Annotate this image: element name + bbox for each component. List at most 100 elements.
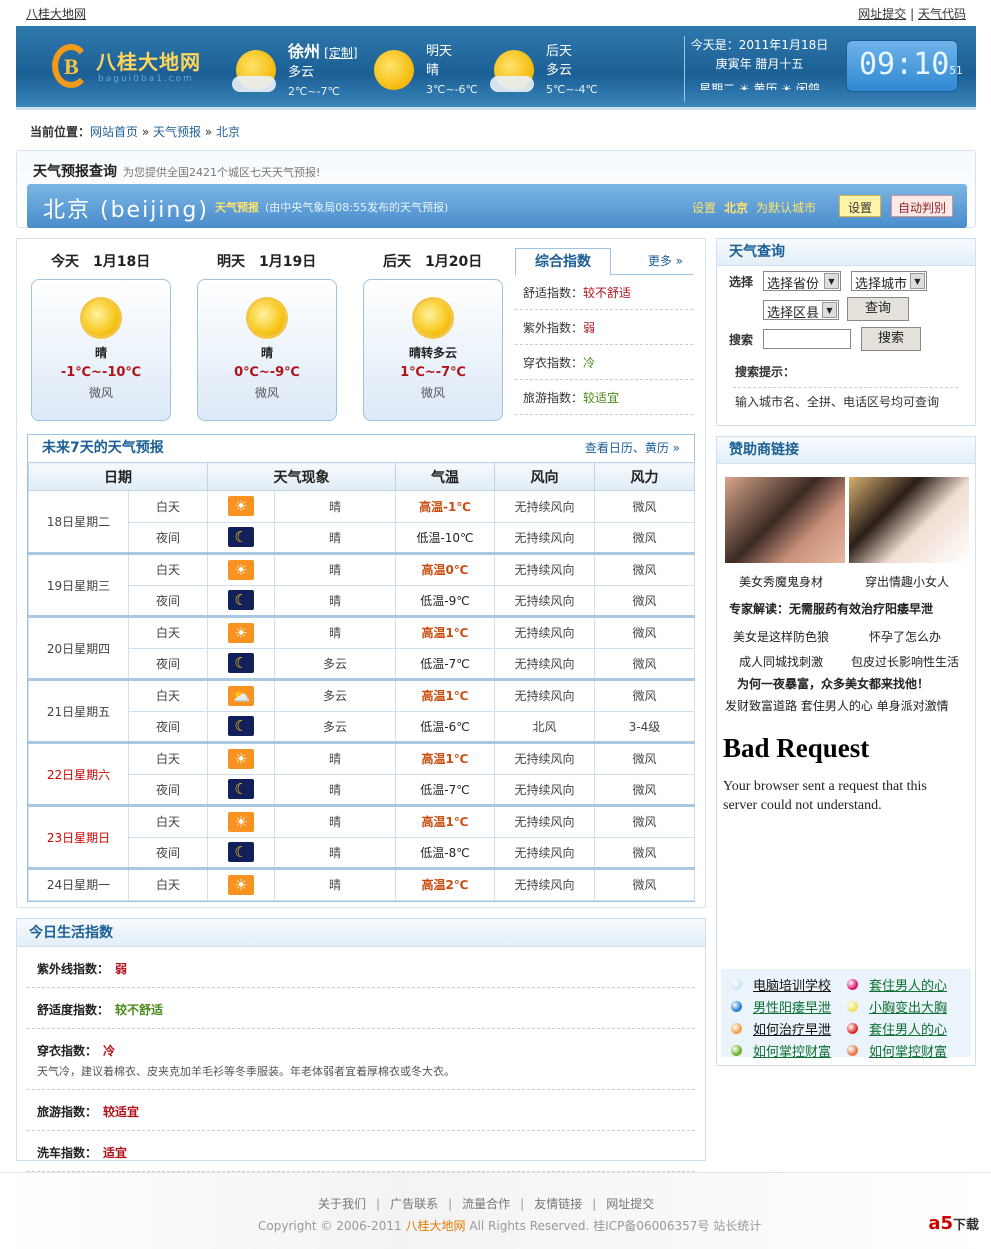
index-name: 穿衣指数： <box>523 356 584 370</box>
ad-headline[interactable]: 为何一夜暴富，众多美女都来找他！ <box>737 675 929 692</box>
a5-logo: a5下载 <box>928 1213 979 1234</box>
more-link[interactable]: 更多 » <box>648 252 683 269</box>
day-temp: 0℃~-9℃ <box>234 365 300 380</box>
day-heading: 今天 1月18日 <box>51 251 150 271</box>
weather-code-link[interactable]: 天气代码 <box>918 7 966 21</box>
sponsor-link[interactable]: 如何掌控财富 <box>753 1041 831 1060</box>
life-index-value: 冷 <box>103 1044 116 1058</box>
copyright-site-link[interactable]: 八桂大地网 <box>406 1219 466 1233</box>
a5-text: 下载 <box>952 1218 979 1233</box>
wind-direction: 无持续风向 <box>494 647 595 680</box>
seven-day-forecast: 未来7天的天气预报 查看日历、黄历 » 日期 天气现象 气温 风向 风力 18日星期二 白天… <box>27 434 695 902</box>
moon-icon: ☾ <box>228 527 254 548</box>
day-label: 后天 <box>546 44 573 59</box>
temp-text: 2℃~-7℃ <box>288 85 340 98</box>
submit-url-link[interactable]: 网址提交 <box>858 7 906 21</box>
life-index-name: 穿衣指数： <box>37 1044 98 1058</box>
site-logo[interactable]: B 八桂大地网 bagui0ba1.com <box>52 40 202 92</box>
life-index-value: 弱 <box>115 962 128 976</box>
day-temp: -1℃~-10℃ <box>60 365 142 380</box>
breadcrumb-home[interactable]: 网站首页 <box>90 125 138 139</box>
tab-composite-index[interactable]: 综合指数 <box>515 248 611 276</box>
query-subtitle: 为您提供全国2421个城区七天天气预报! <box>123 166 321 179</box>
footer-link[interactable]: 友情链接 <box>534 1197 582 1211</box>
day-date: 1月18日 <box>93 254 151 270</box>
ad-link[interactable]: 怀孕了怎么办 <box>869 628 941 645</box>
breadcrumb-city[interactable]: 北京 <box>216 125 240 139</box>
sponsor-link[interactable]: 男性阳痿早泄 <box>753 997 831 1016</box>
wind-force: 微风 <box>594 804 695 838</box>
table-row: 夜间 ☾ 晴低温-10℃ 无持续风向 微风 <box>29 521 695 554</box>
footer-link[interactable]: 网址提交 <box>606 1197 654 1211</box>
sponsor-link[interactable]: 小胸变出大胸 <box>869 997 947 1016</box>
footer-link[interactable]: 广告联系 <box>390 1197 438 1211</box>
day-wind: 微风 <box>88 386 113 400</box>
forecast-text: 天气预报 <box>215 201 259 214</box>
separator: | <box>592 1197 597 1211</box>
wind-direction: 无持续风向 <box>494 773 595 806</box>
weather-phenomenon: 多云 <box>274 678 396 712</box>
sun-icon <box>249 300 285 336</box>
ad-headline[interactable]: 专家解读：无需服药有效治疗阳痿早泄 <box>729 600 933 617</box>
set-default-button[interactable]: 设置 <box>839 195 882 217</box>
separator: | <box>448 1197 453 1211</box>
wind-force: 微风 <box>594 773 695 806</box>
period-label: 白天 <box>128 804 208 838</box>
ad-link[interactable]: 发财致富道路 套住男人的心 单身派对激情 <box>725 697 949 714</box>
table-row: 夜间 ☾ 多云 低温-6℃ 北风 3-4级 <box>29 710 695 743</box>
footer-link[interactable]: 流量合作 <box>462 1197 510 1211</box>
default-city-setting: 设置 北京 为默认城市 <box>692 199 816 216</box>
index-value: 弱 <box>583 321 596 335</box>
wind-force: 3-4级 <box>594 710 695 743</box>
period-label: 白天 <box>128 678 208 712</box>
set-post: 为默认城市 <box>756 201 817 215</box>
calendar-link[interactable]: 查看日历、黄历 » <box>585 435 680 462</box>
lunar-date: 庚寅年 腊月十五 <box>715 57 804 71</box>
ad-link[interactable]: 美女是这样防色狼 <box>733 628 829 645</box>
ad-caption[interactable]: 美女秀魔鬼身材 <box>739 573 823 590</box>
search-tip: 输入城市名、全拼、电话区号均可查询 <box>735 395 940 409</box>
temperature: 低温-10℃ <box>395 521 495 554</box>
province-select[interactable]: 选择省份 ▼ <box>763 271 841 292</box>
sponsor-link[interactable]: 如何治疗早泄 <box>753 1019 831 1038</box>
sponsor-link[interactable]: 电脑培训学校 <box>753 975 831 994</box>
index-value: 较适宜 <box>583 391 620 405</box>
wind-force: 微风 <box>594 867 695 901</box>
sun-icon <box>83 300 119 336</box>
life-index-item: 洗车指数： 适宜 <box>27 1131 695 1172</box>
icon-cell: ☾ <box>207 647 275 680</box>
ad-link[interactable]: 包皮过长影响性生活 <box>851 653 959 670</box>
temperature: 高温1℃ <box>395 615 495 649</box>
footer-link[interactable]: 关于我们 <box>318 1197 366 1211</box>
ad-image[interactable] <box>849 477 969 563</box>
life-index-item: 旅游指数： 较适宜 <box>27 1090 695 1131</box>
city-select[interactable]: 选择城市 ▼ <box>851 271 927 292</box>
wind-force: 微风 <box>594 521 695 554</box>
icon-cell: ☀ <box>207 804 275 838</box>
ad-image[interactable] <box>725 477 845 563</box>
customize-link[interactable]: [定制] <box>324 46 357 60</box>
top-bar: 八桂大地网 网址提交 | 天气代码 <box>0 0 991 25</box>
county-select[interactable]: 选择区县 ▼ <box>763 300 839 321</box>
sponsor-link[interactable]: 套住男人的心 <box>869 1019 947 1038</box>
sponsor-link[interactable]: 套住男人的心 <box>869 975 947 994</box>
auto-detect-button[interactable]: 自动判别 <box>891 195 954 217</box>
index-item: 紫外指数：弱 <box>515 310 693 345</box>
forecast-date: 18日星期二 <box>28 490 129 554</box>
ad-link[interactable]: 成人同城找刺激 <box>739 653 823 670</box>
search-input[interactable] <box>763 329 851 349</box>
search-button[interactable]: 搜索 <box>861 327 921 351</box>
query-button[interactable]: 查询 <box>847 297 909 321</box>
site-home-link[interactable]: 八桂大地网 <box>26 5 86 22</box>
set-city: 北京 <box>724 201 749 215</box>
separator: | <box>376 1197 381 1211</box>
query-heading: 天气预报查询 为您提供全国2421个城区七天天气预报! <box>33 161 320 181</box>
ad-caption[interactable]: 穿出情趣小女人 <box>865 573 949 590</box>
day-temp: 1℃~-7℃ <box>400 365 466 380</box>
table-row: 21日星期五 白天 ⛅ 多云 高温1℃ 无持续风向 微风 <box>28 678 695 743</box>
sponsor-link[interactable]: 如何掌控财富 <box>869 1041 947 1060</box>
table-row: 夜间 ☾ 多云 低温-7℃ 无持续风向 微风 <box>29 647 695 680</box>
breadcrumb-forecast[interactable]: 天气预报 <box>153 125 201 139</box>
temperature: 低温-6℃ <box>395 710 495 743</box>
select-label: 选择 <box>729 275 754 289</box>
